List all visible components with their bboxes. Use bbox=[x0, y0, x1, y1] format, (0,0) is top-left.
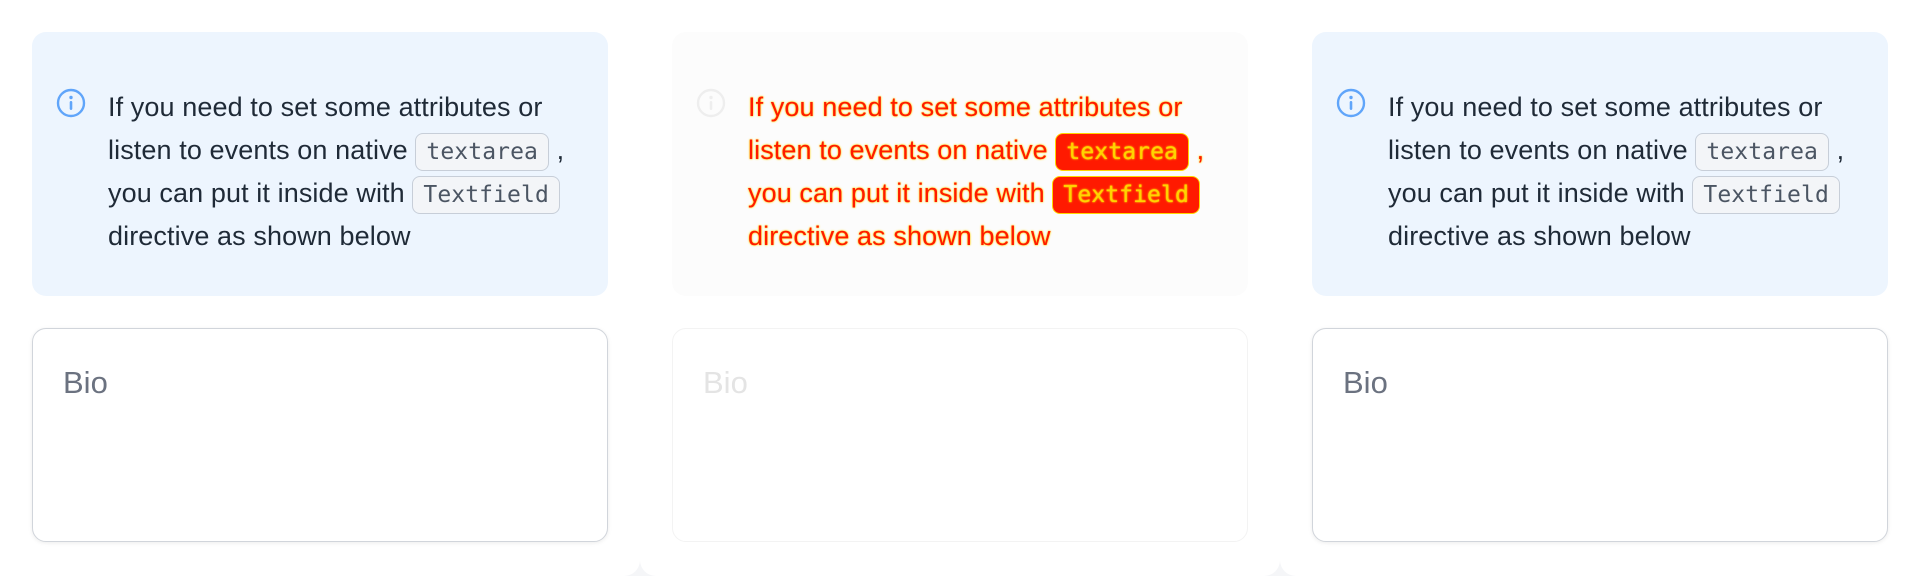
info-alert: If you need to set some attributes or li… bbox=[1312, 32, 1888, 296]
panel-left: If you need to set some attributes or li… bbox=[0, 0, 640, 576]
code-textarea: textarea bbox=[415, 132, 549, 171]
info-circle-icon bbox=[696, 88, 726, 118]
alert-message: If you need to set some attributes or li… bbox=[1388, 86, 1852, 258]
alert-message: If you need to set some attributes or li… bbox=[108, 86, 572, 258]
code-textfield: Textfield bbox=[1052, 175, 1200, 214]
code-textfield: Textfield bbox=[412, 175, 560, 214]
panel-right: If you need to set some attributes or li… bbox=[1280, 0, 1920, 576]
alert-text-after: directive as shown below bbox=[748, 221, 1051, 251]
panel-middle: If you need to set some attributes or li… bbox=[640, 0, 1280, 576]
alert-text-after: directive as shown below bbox=[108, 221, 411, 251]
info-circle-icon bbox=[1336, 88, 1366, 118]
bio-textarea[interactable]: Bio bbox=[672, 328, 1248, 542]
bio-textarea[interactable]: Bio bbox=[32, 328, 608, 542]
code-textfield: Textfield bbox=[1692, 175, 1840, 214]
screenshot-stage: If you need to set some attributes or li… bbox=[0, 0, 1920, 576]
info-alert: If you need to set some attributes or li… bbox=[32, 32, 608, 296]
bio-label: Bio bbox=[1343, 365, 1388, 400]
code-textarea: textarea bbox=[1695, 132, 1829, 171]
info-circle-icon bbox=[56, 88, 86, 118]
bio-label: Bio bbox=[63, 365, 108, 400]
alert-text-after: directive as shown below bbox=[1388, 221, 1691, 251]
info-alert: If you need to set some attributes or li… bbox=[672, 32, 1248, 296]
code-textarea: textarea bbox=[1055, 132, 1189, 171]
bio-label: Bio bbox=[703, 365, 748, 400]
bio-textarea[interactable]: Bio bbox=[1312, 328, 1888, 542]
alert-message: If you need to set some attributes or li… bbox=[748, 86, 1212, 258]
